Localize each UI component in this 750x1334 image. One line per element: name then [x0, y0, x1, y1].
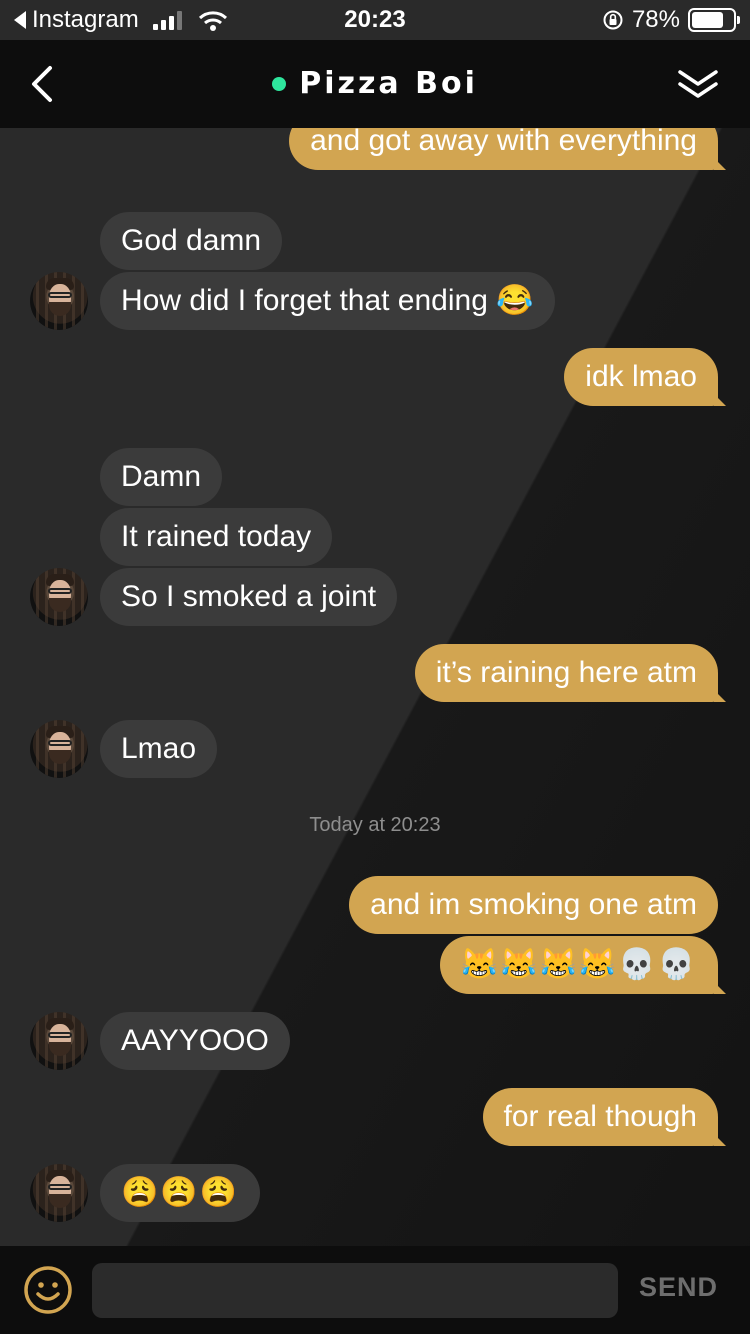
battery-percent: 78% — [631, 6, 680, 33]
message-outgoing[interactable]: and got away with everything — [289, 128, 726, 170]
message-input[interactable] — [92, 1263, 618, 1318]
message-outgoing[interactable]: it’s raining here atm — [414, 644, 727, 702]
contact-avatar[interactable] — [30, 1012, 88, 1070]
message-incoming[interactable]: God damn — [100, 212, 283, 270]
message-outgoing[interactable]: and im smoking one atm — [349, 876, 718, 934]
message-incoming-emoji[interactable]: 😩😩😩 — [100, 1164, 261, 1222]
message-incoming[interactable]: Damn — [100, 448, 223, 506]
message-thread[interactable]: and got away with everything God damn Ho… — [0, 128, 750, 1246]
timestamp-divider: Today at 20:23 — [309, 814, 441, 836]
message-incoming[interactable]: So I smoked a joint — [100, 568, 398, 626]
status-bar: Instagram 20:23 78% — [0, 0, 750, 40]
chat-header: Pizza Boi — [0, 40, 750, 128]
battery-icon — [688, 8, 740, 32]
message-composer: SEND — [0, 1246, 750, 1334]
message-incoming[interactable]: AAYYOOO — [100, 1012, 290, 1070]
online-status-dot — [272, 76, 287, 91]
message-incoming[interactable]: How did I forget that ending 😂 — [100, 272, 555, 330]
rotation-lock-icon — [603, 10, 623, 30]
send-button[interactable]: SEND — [639, 1272, 718, 1303]
message-incoming[interactable]: Lmao — [100, 720, 218, 778]
contact-avatar[interactable] — [30, 1164, 88, 1222]
message-outgoing[interactable]: for real though — [482, 1088, 727, 1146]
contact-avatar[interactable] — [30, 568, 88, 626]
contact-avatar[interactable] — [30, 720, 88, 778]
message-outgoing-emoji[interactable]: 😹😹😹😹💀💀 — [439, 936, 727, 994]
contact-avatar[interactable] — [30, 272, 88, 330]
message-outgoing[interactable]: idk lmao — [564, 348, 726, 406]
double-chevron-down-icon[interactable] — [676, 64, 720, 104]
message-incoming[interactable]: It rained today — [100, 508, 333, 566]
chat-title: Pizza Boi — [299, 66, 478, 101]
smiley-emoji-icon[interactable] — [22, 1264, 74, 1316]
